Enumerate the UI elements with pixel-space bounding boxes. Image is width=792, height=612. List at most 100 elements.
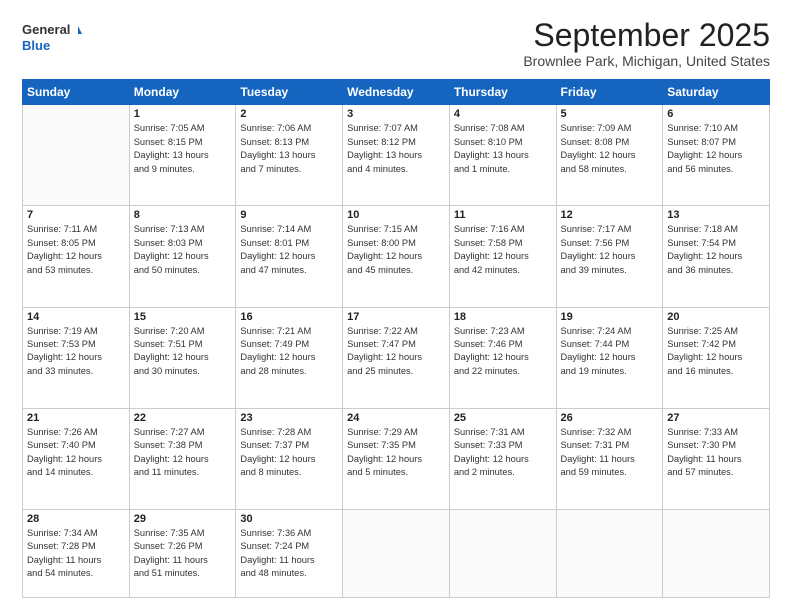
calendar-cell: 1 Sunrise: 7:05 AMSunset: 8:15 PMDaylight… <box>129 105 236 206</box>
day-info: Sunrise: 7:18 AMSunset: 7:54 PMDaylight:… <box>667 223 765 277</box>
calendar-cell: 2Sunrise: 7:06 AMSunset: 8:13 PMDaylight… <box>236 105 343 206</box>
day-number: 3 <box>347 108 445 120</box>
day-number: 1 <box>134 108 232 120</box>
calendar-cell <box>23 105 130 206</box>
day-info: Sunrise: 7:17 AMSunset: 7:56 PMDaylight:… <box>561 223 659 277</box>
day-info: Sunrise: 7:29 AMSunset: 7:35 PMDaylight:… <box>347 426 445 480</box>
calendar-cell: 18 Sunrise: 7:23 AMSunset: 7:46 PMDayligh… <box>449 307 556 408</box>
title-block: September 2025 Brownlee Park, Michigan, … <box>523 18 770 69</box>
logo-svg: General Blue <box>22 18 82 56</box>
calendar-cell: 23 Sunrise: 7:28 AMSunset: 7:37 PMDayligh… <box>236 408 343 509</box>
calendar-cell: 20 Sunrise: 7:25 AMSunset: 7:42 PMDayligh… <box>663 307 770 408</box>
day-number: 19 <box>561 311 659 323</box>
day-number: 12 <box>561 209 659 221</box>
calendar-cell: 6 Sunrise: 7:10 AMSunset: 8:07 PMDaylight… <box>663 105 770 206</box>
calendar-cell: 28 Sunrise: 7:34 AMSunset: 7:28 PMDayligh… <box>23 509 130 597</box>
day-number: 13 <box>667 209 765 221</box>
col-header-saturday: Saturday <box>663 80 770 105</box>
week-row-1: 1 Sunrise: 7:05 AMSunset: 8:15 PMDaylight… <box>23 105 770 206</box>
day-info: Sunrise: 7:05 AMSunset: 8:15 PMDaylight:… <box>134 122 232 176</box>
day-info: Sunrise: 7:22 AMSunset: 7:47 PMDaylight:… <box>347 325 445 379</box>
day-info: Sunrise: 7:27 AMSunset: 7:38 PMDaylight:… <box>134 426 232 480</box>
day-number: 14 <box>27 311 125 323</box>
day-number: 16 <box>240 311 338 323</box>
day-info: Sunrise: 7:32 AMSunset: 7:31 PMDaylight:… <box>561 426 659 480</box>
calendar-header-row: SundayMondayTuesdayWednesdayThursdayFrid… <box>23 80 770 105</box>
calendar-cell: 14Sunrise: 7:19 AMSunset: 7:53 PMDayligh… <box>23 307 130 408</box>
col-header-thursday: Thursday <box>449 80 556 105</box>
day-number: 7 <box>27 209 125 221</box>
calendar-cell: 3 Sunrise: 7:07 AMSunset: 8:12 PMDaylight… <box>343 105 450 206</box>
day-info: Sunrise: 7:13 AMSunset: 8:03 PMDaylight:… <box>134 223 232 277</box>
day-info: Sunrise: 7:20 AMSunset: 7:51 PMDaylight:… <box>134 325 232 379</box>
day-info: Sunrise: 7:10 AMSunset: 8:07 PMDaylight:… <box>667 122 765 176</box>
calendar-cell: 22Sunrise: 7:27 AMSunset: 7:38 PMDayligh… <box>129 408 236 509</box>
calendar-cell: 19Sunrise: 7:24 AMSunset: 7:44 PMDayligh… <box>556 307 663 408</box>
day-info: Sunrise: 7:26 AMSunset: 7:40 PMDaylight:… <box>27 426 125 480</box>
day-number: 26 <box>561 412 659 424</box>
day-info: Sunrise: 7:07 AMSunset: 8:12 PMDaylight:… <box>347 122 445 176</box>
page: General Blue September 2025 Brownlee Par… <box>0 0 792 612</box>
calendar-cell <box>663 509 770 597</box>
day-info: Sunrise: 7:36 AMSunset: 7:24 PMDaylight:… <box>240 527 338 581</box>
col-header-tuesday: Tuesday <box>236 80 343 105</box>
day-number: 17 <box>347 311 445 323</box>
calendar-cell: 7 Sunrise: 7:11 AMSunset: 8:05 PMDaylight… <box>23 206 130 307</box>
day-number: 9 <box>240 209 338 221</box>
day-number: 4 <box>454 108 552 120</box>
day-number: 30 <box>240 513 338 525</box>
week-row-4: 21Sunrise: 7:26 AMSunset: 7:40 PMDayligh… <box>23 408 770 509</box>
day-info: Sunrise: 7:09 AMSunset: 8:08 PMDaylight:… <box>561 122 659 176</box>
day-info: Sunrise: 7:25 AMSunset: 7:42 PMDaylight:… <box>667 325 765 379</box>
day-info: Sunrise: 7:16 AMSunset: 7:58 PMDaylight:… <box>454 223 552 277</box>
day-number: 20 <box>667 311 765 323</box>
day-info: Sunrise: 7:08 AMSunset: 8:10 PMDaylight:… <box>454 122 552 176</box>
month-title: September 2025 <box>523 18 770 53</box>
calendar-cell: 8 Sunrise: 7:13 AMSunset: 8:03 PMDaylight… <box>129 206 236 307</box>
calendar-cell: 11 Sunrise: 7:16 AMSunset: 7:58 PMDayligh… <box>449 206 556 307</box>
day-number: 11 <box>454 209 552 221</box>
col-header-monday: Monday <box>129 80 236 105</box>
day-number: 10 <box>347 209 445 221</box>
day-info: Sunrise: 7:34 AMSunset: 7:28 PMDaylight:… <box>27 527 125 581</box>
col-header-sunday: Sunday <box>23 80 130 105</box>
calendar-cell: 12 Sunrise: 7:17 AMSunset: 7:56 PMDayligh… <box>556 206 663 307</box>
day-number: 29 <box>134 513 232 525</box>
svg-text:Blue: Blue <box>22 38 50 53</box>
calendar-table: SundayMondayTuesdayWednesdayThursdayFrid… <box>22 79 770 598</box>
calendar-cell: 17 Sunrise: 7:22 AMSunset: 7:47 PMDayligh… <box>343 307 450 408</box>
calendar-cell <box>449 509 556 597</box>
calendar-cell: 13 Sunrise: 7:18 AMSunset: 7:54 PMDayligh… <box>663 206 770 307</box>
calendar-cell: 27Sunrise: 7:33 AMSunset: 7:30 PMDayligh… <box>663 408 770 509</box>
logo: General Blue <box>22 18 82 56</box>
calendar-cell: 9Sunrise: 7:14 AMSunset: 8:01 PMDaylight… <box>236 206 343 307</box>
week-row-2: 7 Sunrise: 7:11 AMSunset: 8:05 PMDaylight… <box>23 206 770 307</box>
day-info: Sunrise: 7:31 AMSunset: 7:33 PMDaylight:… <box>454 426 552 480</box>
day-info: Sunrise: 7:28 AMSunset: 7:37 PMDaylight:… <box>240 426 338 480</box>
day-info: Sunrise: 7:23 AMSunset: 7:46 PMDaylight:… <box>454 325 552 379</box>
day-info: Sunrise: 7:11 AMSunset: 8:05 PMDaylight:… <box>27 223 125 277</box>
week-row-5: 28 Sunrise: 7:34 AMSunset: 7:28 PMDayligh… <box>23 509 770 597</box>
calendar-cell: 21Sunrise: 7:26 AMSunset: 7:40 PMDayligh… <box>23 408 130 509</box>
calendar-cell: 30 Sunrise: 7:36 AMSunset: 7:24 PMDayligh… <box>236 509 343 597</box>
calendar-cell: 5Sunrise: 7:09 AMSunset: 8:08 PMDaylight… <box>556 105 663 206</box>
svg-text:General: General <box>22 22 70 37</box>
day-info: Sunrise: 7:15 AMSunset: 8:00 PMDaylight:… <box>347 223 445 277</box>
calendar-cell <box>556 509 663 597</box>
calendar-cell: 10 Sunrise: 7:15 AMSunset: 8:00 PMDayligh… <box>343 206 450 307</box>
col-header-friday: Friday <box>556 80 663 105</box>
day-number: 8 <box>134 209 232 221</box>
calendar-cell: 4 Sunrise: 7:08 AMSunset: 8:10 PMDaylight… <box>449 105 556 206</box>
day-number: 24 <box>347 412 445 424</box>
day-number: 23 <box>240 412 338 424</box>
day-number: 6 <box>667 108 765 120</box>
day-number: 18 <box>454 311 552 323</box>
day-number: 27 <box>667 412 765 424</box>
day-number: 2 <box>240 108 338 120</box>
calendar-cell: 15 Sunrise: 7:20 AMSunset: 7:51 PMDayligh… <box>129 307 236 408</box>
day-number: 15 <box>134 311 232 323</box>
week-row-3: 14Sunrise: 7:19 AMSunset: 7:53 PMDayligh… <box>23 307 770 408</box>
calendar-cell: 25Sunrise: 7:31 AMSunset: 7:33 PMDayligh… <box>449 408 556 509</box>
day-number: 28 <box>27 513 125 525</box>
day-info: Sunrise: 7:35 AMSunset: 7:26 PMDaylight:… <box>134 527 232 581</box>
